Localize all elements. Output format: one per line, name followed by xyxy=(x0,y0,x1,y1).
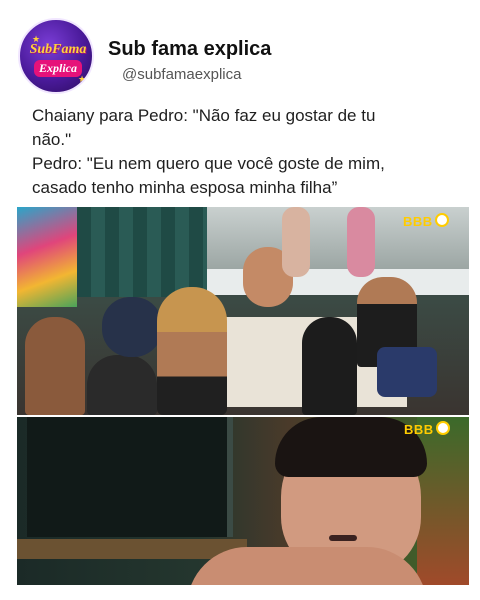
person xyxy=(347,207,375,277)
profile-avatar[interactable]: ★ ★ SubFama Explica xyxy=(18,18,94,94)
person-mouth xyxy=(329,535,357,541)
person xyxy=(25,317,85,415)
bbb-logo: BBB xyxy=(403,213,449,229)
avatar-brand-subtext: Explica xyxy=(34,60,82,77)
bbb-logo: BBB xyxy=(404,421,450,437)
post-header: ★ ★ SubFama Explica Sub fama explica @su… xyxy=(18,18,462,98)
post-text-line: Pedro: "Eu nem quero que você goste de m… xyxy=(32,154,385,173)
post-text-line: casado tenho minha esposa minha filha” xyxy=(32,178,338,197)
person xyxy=(102,297,162,357)
bbb-eye-icon xyxy=(434,213,449,227)
post-text: Chaiany para Pedro: "Não faz eu gostar d… xyxy=(32,104,452,200)
green-wall xyxy=(417,417,469,585)
person-shoulders xyxy=(187,547,427,585)
bbb-logo-text: BBB xyxy=(403,214,433,229)
person xyxy=(157,287,227,415)
account-name[interactable]: Sub fama explica xyxy=(108,38,271,61)
wall-art xyxy=(17,207,77,307)
chair xyxy=(377,347,437,397)
post-text-line: não." xyxy=(32,130,72,149)
person xyxy=(302,317,357,415)
account-handle[interactable]: @subfamaexplica xyxy=(122,66,241,83)
dark-window xyxy=(27,417,233,537)
post-text-line: Chaiany para Pedro: "Não faz eu gostar d… xyxy=(32,106,376,125)
bbb-logo-text: BBB xyxy=(404,422,434,437)
media-image-top[interactable]: BBB xyxy=(17,207,469,415)
person xyxy=(87,355,157,415)
bbb-eye-icon xyxy=(435,421,450,435)
person xyxy=(282,207,310,277)
avatar-brand-text: SubFama xyxy=(29,42,87,57)
media-image-bottom[interactable]: BBB xyxy=(17,417,469,585)
tiled-wall xyxy=(77,207,207,297)
wooden-frame xyxy=(17,539,247,559)
